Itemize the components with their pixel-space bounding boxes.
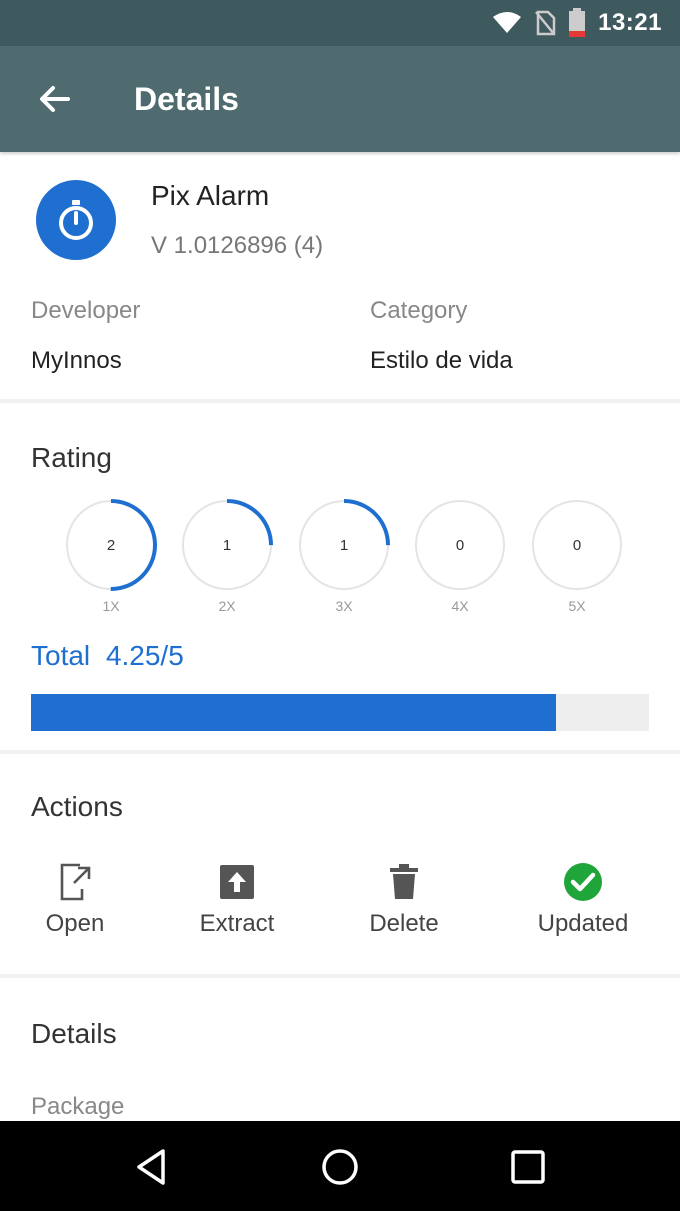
rating-total-value: 4.25/5 [105,640,184,671]
developer-value: MyInnos [31,347,122,374]
app-name: Pix Alarm [151,180,270,211]
trash-icon [390,864,418,899]
rating-count: 0 [455,536,465,554]
rating-count: 0 [572,536,582,554]
rating-title: Rating [31,442,112,473]
app-icon [36,180,116,260]
battery-icon [569,8,586,37]
rating-ring: 0 [413,498,507,592]
delete-label: Delete [369,910,439,937]
rating-ring: 0 [530,498,624,592]
section-divider [0,399,680,403]
status-time: 13:21 [598,9,662,36]
check-circle-icon [564,863,602,901]
rating-ring: 1 [180,498,274,592]
nav-home-button[interactable] [312,1139,368,1195]
rating-star-label: 5X [568,598,586,614]
stopwatch-icon [59,200,93,240]
section-divider [0,974,680,978]
back-arrow-icon [40,86,70,112]
rating-ring: 2 [64,498,158,592]
updated-label: Updated [537,910,629,937]
extract-button[interactable]: Extract [162,860,312,950]
details-title: Details [31,1018,117,1049]
app-bar: Details [0,46,680,152]
rating-star-label: 1X [102,598,120,614]
rating-star-label: 3X [335,598,353,614]
package-label: Package [31,1093,125,1120]
app-version: V 1.0126896 (4) [151,232,324,259]
open-button[interactable]: Open [0,860,150,950]
nav-back-button[interactable] [124,1139,180,1195]
rating-count: 1 [339,536,349,554]
rating-star-label: 4X [451,598,469,614]
status-bar: 13:21 [0,0,680,46]
rating-count: 1 [222,536,232,554]
rating-total: Total 4.25/5 [31,640,184,672]
rating-star-label: 2X [218,598,236,614]
section-divider [0,750,680,754]
rating-total-label: Total [31,640,91,671]
open-label: Open [45,910,105,937]
nav-recents-button[interactable] [500,1139,556,1195]
circle-home-icon [322,1149,358,1185]
navigation-bar [0,1121,680,1211]
open-external-icon [60,863,91,901]
extract-label: Extract [199,910,275,937]
delete-button[interactable]: Delete [329,860,479,950]
rating-count: 2 [106,536,116,554]
back-button[interactable] [26,71,82,127]
rating-ring: 1 [297,498,391,592]
actions-title: Actions [31,791,123,822]
developer-label: Developer [31,297,141,324]
extract-icon [220,865,254,899]
category-value: Estilo de vida [370,347,513,374]
rating-progress-fill [31,694,557,731]
no-sim-icon [535,10,556,36]
rating-progress-bar [31,694,649,731]
category-label: Category [370,297,468,324]
updated-button[interactable]: Updated [508,860,658,950]
square-recents-icon [511,1150,545,1184]
page-title: Details [134,80,239,117]
triangle-back-icon [137,1149,165,1185]
wifi-icon [493,12,522,33]
rating-rings: 2 1X 1 2X 1 3X 0 4X 0 5X [0,498,680,623]
